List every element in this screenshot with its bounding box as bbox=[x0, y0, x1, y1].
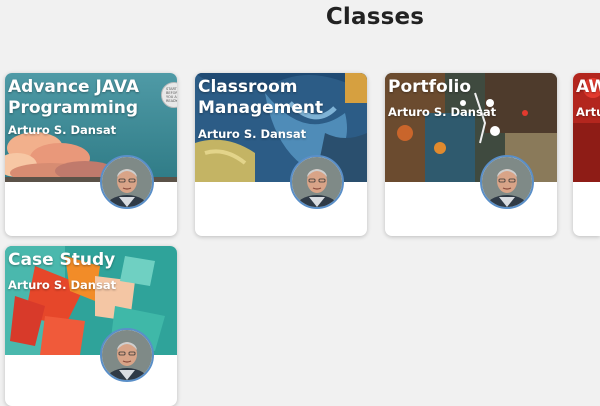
class-card-advance-java[interactable]: START BEFORE YOU ARE READY Advance JAVA … bbox=[5, 73, 177, 236]
teacher-avatar bbox=[290, 155, 344, 209]
class-card-portfolio[interactable]: Portfolio Arturo S. Dansat bbox=[385, 73, 557, 236]
class-banner: START BEFORE YOU ARE READY Advance JAVA … bbox=[5, 73, 177, 182]
class-teacher: Arturo S. Dansat bbox=[576, 105, 600, 119]
page-title: Classes bbox=[325, 4, 425, 30]
class-card-classroom-management[interactable]: Classroom Management Arturo S. Dansat bbox=[195, 73, 367, 236]
class-teacher: Arturo S. Dansat bbox=[8, 278, 117, 292]
class-banner: Classroom Management Arturo S. Dansat bbox=[195, 73, 367, 182]
class-title[interactable]: Portfolio bbox=[388, 77, 553, 98]
class-teacher: Arturo S. Dansat bbox=[388, 105, 497, 119]
class-banner: AW Arturo S. Dansat bbox=[573, 73, 600, 182]
class-title[interactable]: Advance JAVA Programming bbox=[8, 77, 173, 119]
class-title[interactable]: Case Study bbox=[8, 250, 173, 271]
class-card-case-study[interactable]: Case Study Arturo S. Dansat bbox=[5, 246, 177, 406]
class-teacher: Arturo S. Dansat bbox=[8, 123, 117, 137]
class-title[interactable]: AW bbox=[576, 77, 600, 98]
teacher-avatar bbox=[100, 328, 154, 382]
class-title[interactable]: Classroom Management bbox=[198, 77, 363, 119]
teacher-avatar bbox=[480, 155, 534, 209]
class-teacher: Arturo S. Dansat bbox=[198, 127, 307, 141]
class-card-aw[interactable]: AW Arturo S. Dansat bbox=[573, 73, 600, 236]
teacher-avatar bbox=[100, 155, 154, 209]
class-banner: Portfolio Arturo S. Dansat bbox=[385, 73, 557, 182]
class-banner: Case Study Arturo S. Dansat bbox=[5, 246, 177, 355]
